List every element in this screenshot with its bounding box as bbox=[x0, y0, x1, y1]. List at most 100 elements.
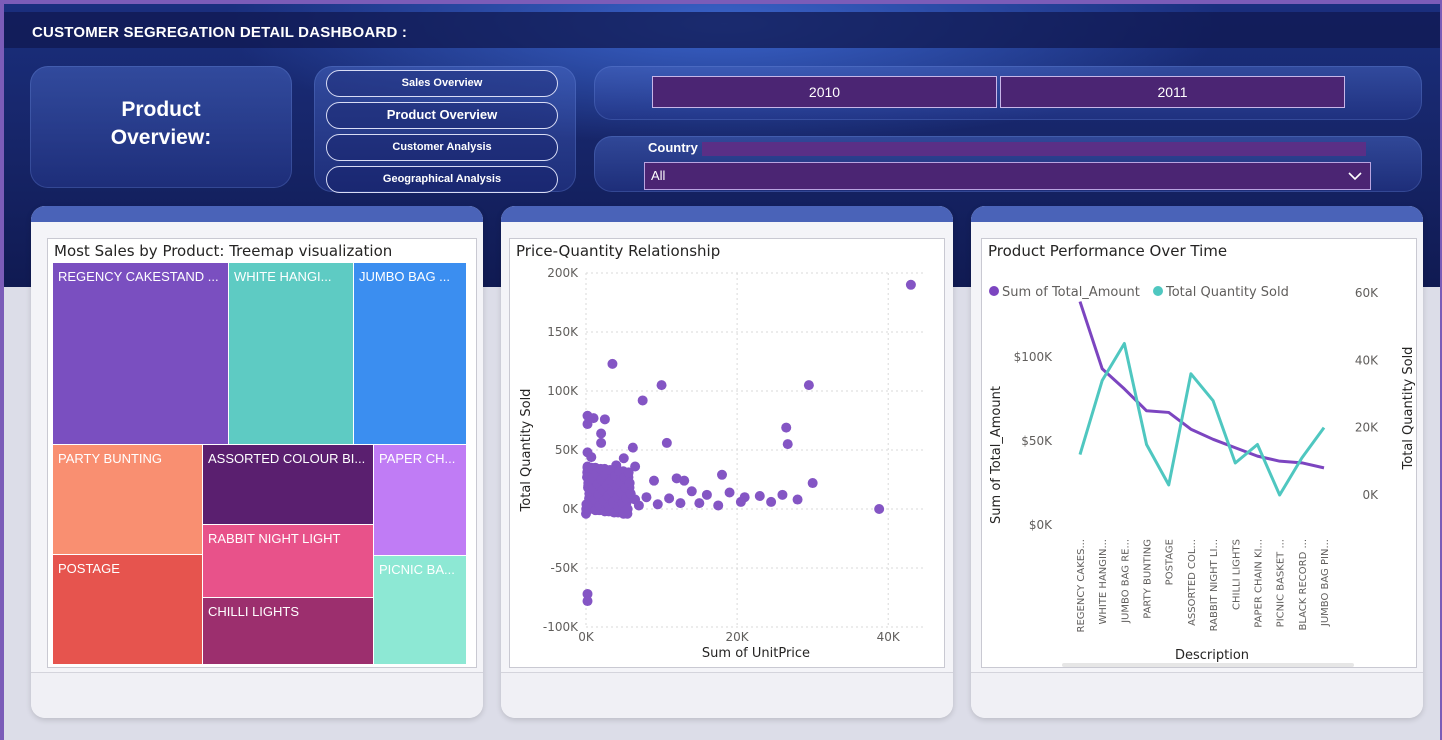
x-category-label: JUMBO BAG PIN... bbox=[1320, 539, 1331, 627]
scatter-point bbox=[735, 496, 746, 507]
treemap-tile-label: POSTAGE bbox=[58, 561, 120, 576]
y2-tick-label: 0K bbox=[1362, 488, 1379, 502]
scatter-point bbox=[633, 500, 644, 511]
y-axis-title: Sum of Total_Amount bbox=[989, 386, 1004, 524]
scatter-panel: Price-Quantity Relationship 200K 150K 100K… bbox=[501, 206, 953, 718]
scatter-point bbox=[679, 475, 690, 486]
treemap-tile[interactable]: RABBIT NIGHT LIGHT bbox=[203, 525, 374, 598]
country-dropdown[interactable]: All bbox=[644, 162, 1371, 190]
scatter-point bbox=[686, 486, 697, 497]
x-axis-title: Description bbox=[1175, 648, 1249, 663]
treemap-tile[interactable]: PAPER CH... bbox=[374, 445, 467, 556]
scatter-point bbox=[581, 499, 592, 510]
treemap-tile-label: JUMBO BAG ... bbox=[359, 269, 451, 284]
scatter-point bbox=[766, 496, 777, 507]
x-category-label: POSTAGE bbox=[1165, 539, 1176, 585]
scatter-point bbox=[624, 478, 635, 489]
y2-tick-label: 40K bbox=[1355, 353, 1379, 367]
x-category-label: PARTY BUNTING bbox=[1143, 539, 1154, 619]
y-tick-label: $0K bbox=[1029, 518, 1053, 532]
y2-axis-title: Total Quantity Sold bbox=[1401, 347, 1416, 471]
scatter-point bbox=[701, 489, 712, 500]
x-category-label: WHITE HANGIN... bbox=[1098, 539, 1109, 625]
nav-product-overview-button[interactable]: Product Overview bbox=[326, 102, 558, 129]
scatter-point bbox=[596, 437, 607, 448]
page-heading-card: Product Overview: bbox=[30, 66, 292, 188]
scatter-point bbox=[623, 467, 634, 478]
treemap-title: Most Sales by Product: Treemap visualiza… bbox=[54, 242, 393, 260]
year-2010-button[interactable]: 2010 bbox=[652, 76, 997, 108]
treemap-tile[interactable]: CHILLI LIGHTS bbox=[203, 598, 374, 665]
scatter-point bbox=[596, 428, 607, 439]
treemap-tile[interactable]: ASSORTED COLOUR BI... bbox=[203, 445, 374, 525]
treemap-tile[interactable]: PARTY BUNTING bbox=[53, 445, 203, 555]
line-chart: Sum of Total_Amount Total Quantity Sold $1… bbox=[989, 285, 1416, 667]
scatter-point bbox=[661, 437, 672, 448]
treemap-tile[interactable]: PICNIC BA... bbox=[374, 556, 467, 665]
scatter-point bbox=[618, 453, 629, 464]
y-tick-label: 0K bbox=[562, 502, 579, 516]
series-line-total-amount bbox=[1078, 301, 1325, 470]
treemap-tile[interactable]: REGENCY CAKESTAND ... bbox=[53, 263, 229, 445]
country-dropdown-value: All bbox=[651, 168, 666, 183]
treemap-tile-label: PARTY BUNTING bbox=[58, 451, 163, 466]
scatter-point bbox=[694, 498, 705, 509]
line-panel: Product Performance Over Time Sum of Tot… bbox=[971, 206, 1423, 718]
treemap-tile[interactable]: JUMBO BAG ... bbox=[354, 263, 467, 445]
scatter-point bbox=[586, 452, 597, 463]
scatter-point bbox=[777, 489, 788, 500]
scatter-point bbox=[622, 504, 633, 514]
scatter-point bbox=[713, 500, 724, 511]
nav-customer-analysis-button[interactable]: Customer Analysis bbox=[326, 134, 558, 161]
panel-footer bbox=[501, 672, 953, 718]
x-category-label: PAPER CHAIN KI... bbox=[1253, 539, 1264, 628]
x-category-label: REGENCY CAKES... bbox=[1076, 539, 1087, 633]
nav-sales-overview-button[interactable]: Sales Overview bbox=[326, 70, 558, 97]
year-2011-button[interactable]: 2011 bbox=[1000, 76, 1345, 108]
scatter-point bbox=[781, 422, 792, 433]
scatter-point bbox=[803, 380, 814, 391]
treemap-tile[interactable]: WHITE HANGI... bbox=[229, 263, 354, 445]
scatter-point bbox=[625, 488, 636, 499]
scatter-point bbox=[649, 475, 659, 486]
legend-label: Sum of Total_Amount bbox=[1002, 285, 1140, 300]
x-category-label: PICNIC BASKET ... bbox=[1276, 539, 1287, 627]
treemap-tile-label: ASSORTED COLOUR BI... bbox=[208, 451, 366, 466]
line-visual: Product Performance Over Time Sum of Tot… bbox=[981, 238, 1417, 668]
scatter-point bbox=[656, 380, 667, 391]
y-tick-label: -50K bbox=[551, 561, 580, 575]
y2-tick-label: 60K bbox=[1355, 286, 1379, 300]
x-tick-label: 0K bbox=[578, 630, 595, 644]
scatter-point bbox=[664, 493, 675, 504]
scatter-chart: 200K150K100K50K0K-50K-100K0K 20K 40KSum of… bbox=[519, 266, 926, 661]
y-tick-label: $100K bbox=[1014, 350, 1054, 364]
x-category-label: CHILLI LIGHTS bbox=[1231, 539, 1242, 610]
legend-marker bbox=[989, 286, 999, 296]
nav-geographical-analysis-button[interactable]: Geographical Analysis bbox=[326, 166, 558, 193]
year-slicer-card: 2010 2011 bbox=[594, 66, 1422, 120]
y-tick-label: 200K bbox=[547, 266, 579, 280]
scatter-point bbox=[717, 469, 727, 480]
y-tick-label: -100K bbox=[543, 620, 579, 634]
y-axis-title: Total Quantity Sold bbox=[519, 389, 534, 513]
dashboard-frame: CUSTOMER SEGREGATION DETAIL DASHBOARD : … bbox=[4, 4, 1440, 740]
panel-top-bar bbox=[971, 206, 1423, 222]
chevron-down-icon bbox=[1348, 172, 1362, 181]
y-tick-label: 100K bbox=[547, 384, 579, 398]
treemap-tile[interactable]: POSTAGE bbox=[53, 555, 203, 665]
treemap-tile-label: CHILLI LIGHTS bbox=[208, 604, 300, 619]
scatter-point bbox=[724, 487, 735, 498]
treemap-tile-label: REGENCY CAKESTAND ... bbox=[58, 269, 219, 284]
y-tick-label: $50K bbox=[1021, 434, 1053, 448]
treemap-tile-label: RABBIT NIGHT LIGHT bbox=[208, 531, 341, 546]
y-tick-label: 150K bbox=[547, 325, 579, 339]
page-heading-line1: Product bbox=[121, 98, 201, 121]
scatter-point bbox=[652, 499, 663, 510]
scatter-point bbox=[627, 442, 638, 453]
scatter-point bbox=[675, 498, 686, 509]
x-category-label: BLACK RECORD ... bbox=[1298, 539, 1309, 631]
treemap-area: REGENCY CAKESTAND ... WHITE HANGI... JUM… bbox=[53, 263, 467, 665]
x-tick-label: 20K bbox=[726, 630, 750, 644]
horizontal-scrollbar bbox=[1062, 663, 1354, 667]
country-label: Country bbox=[648, 140, 698, 155]
